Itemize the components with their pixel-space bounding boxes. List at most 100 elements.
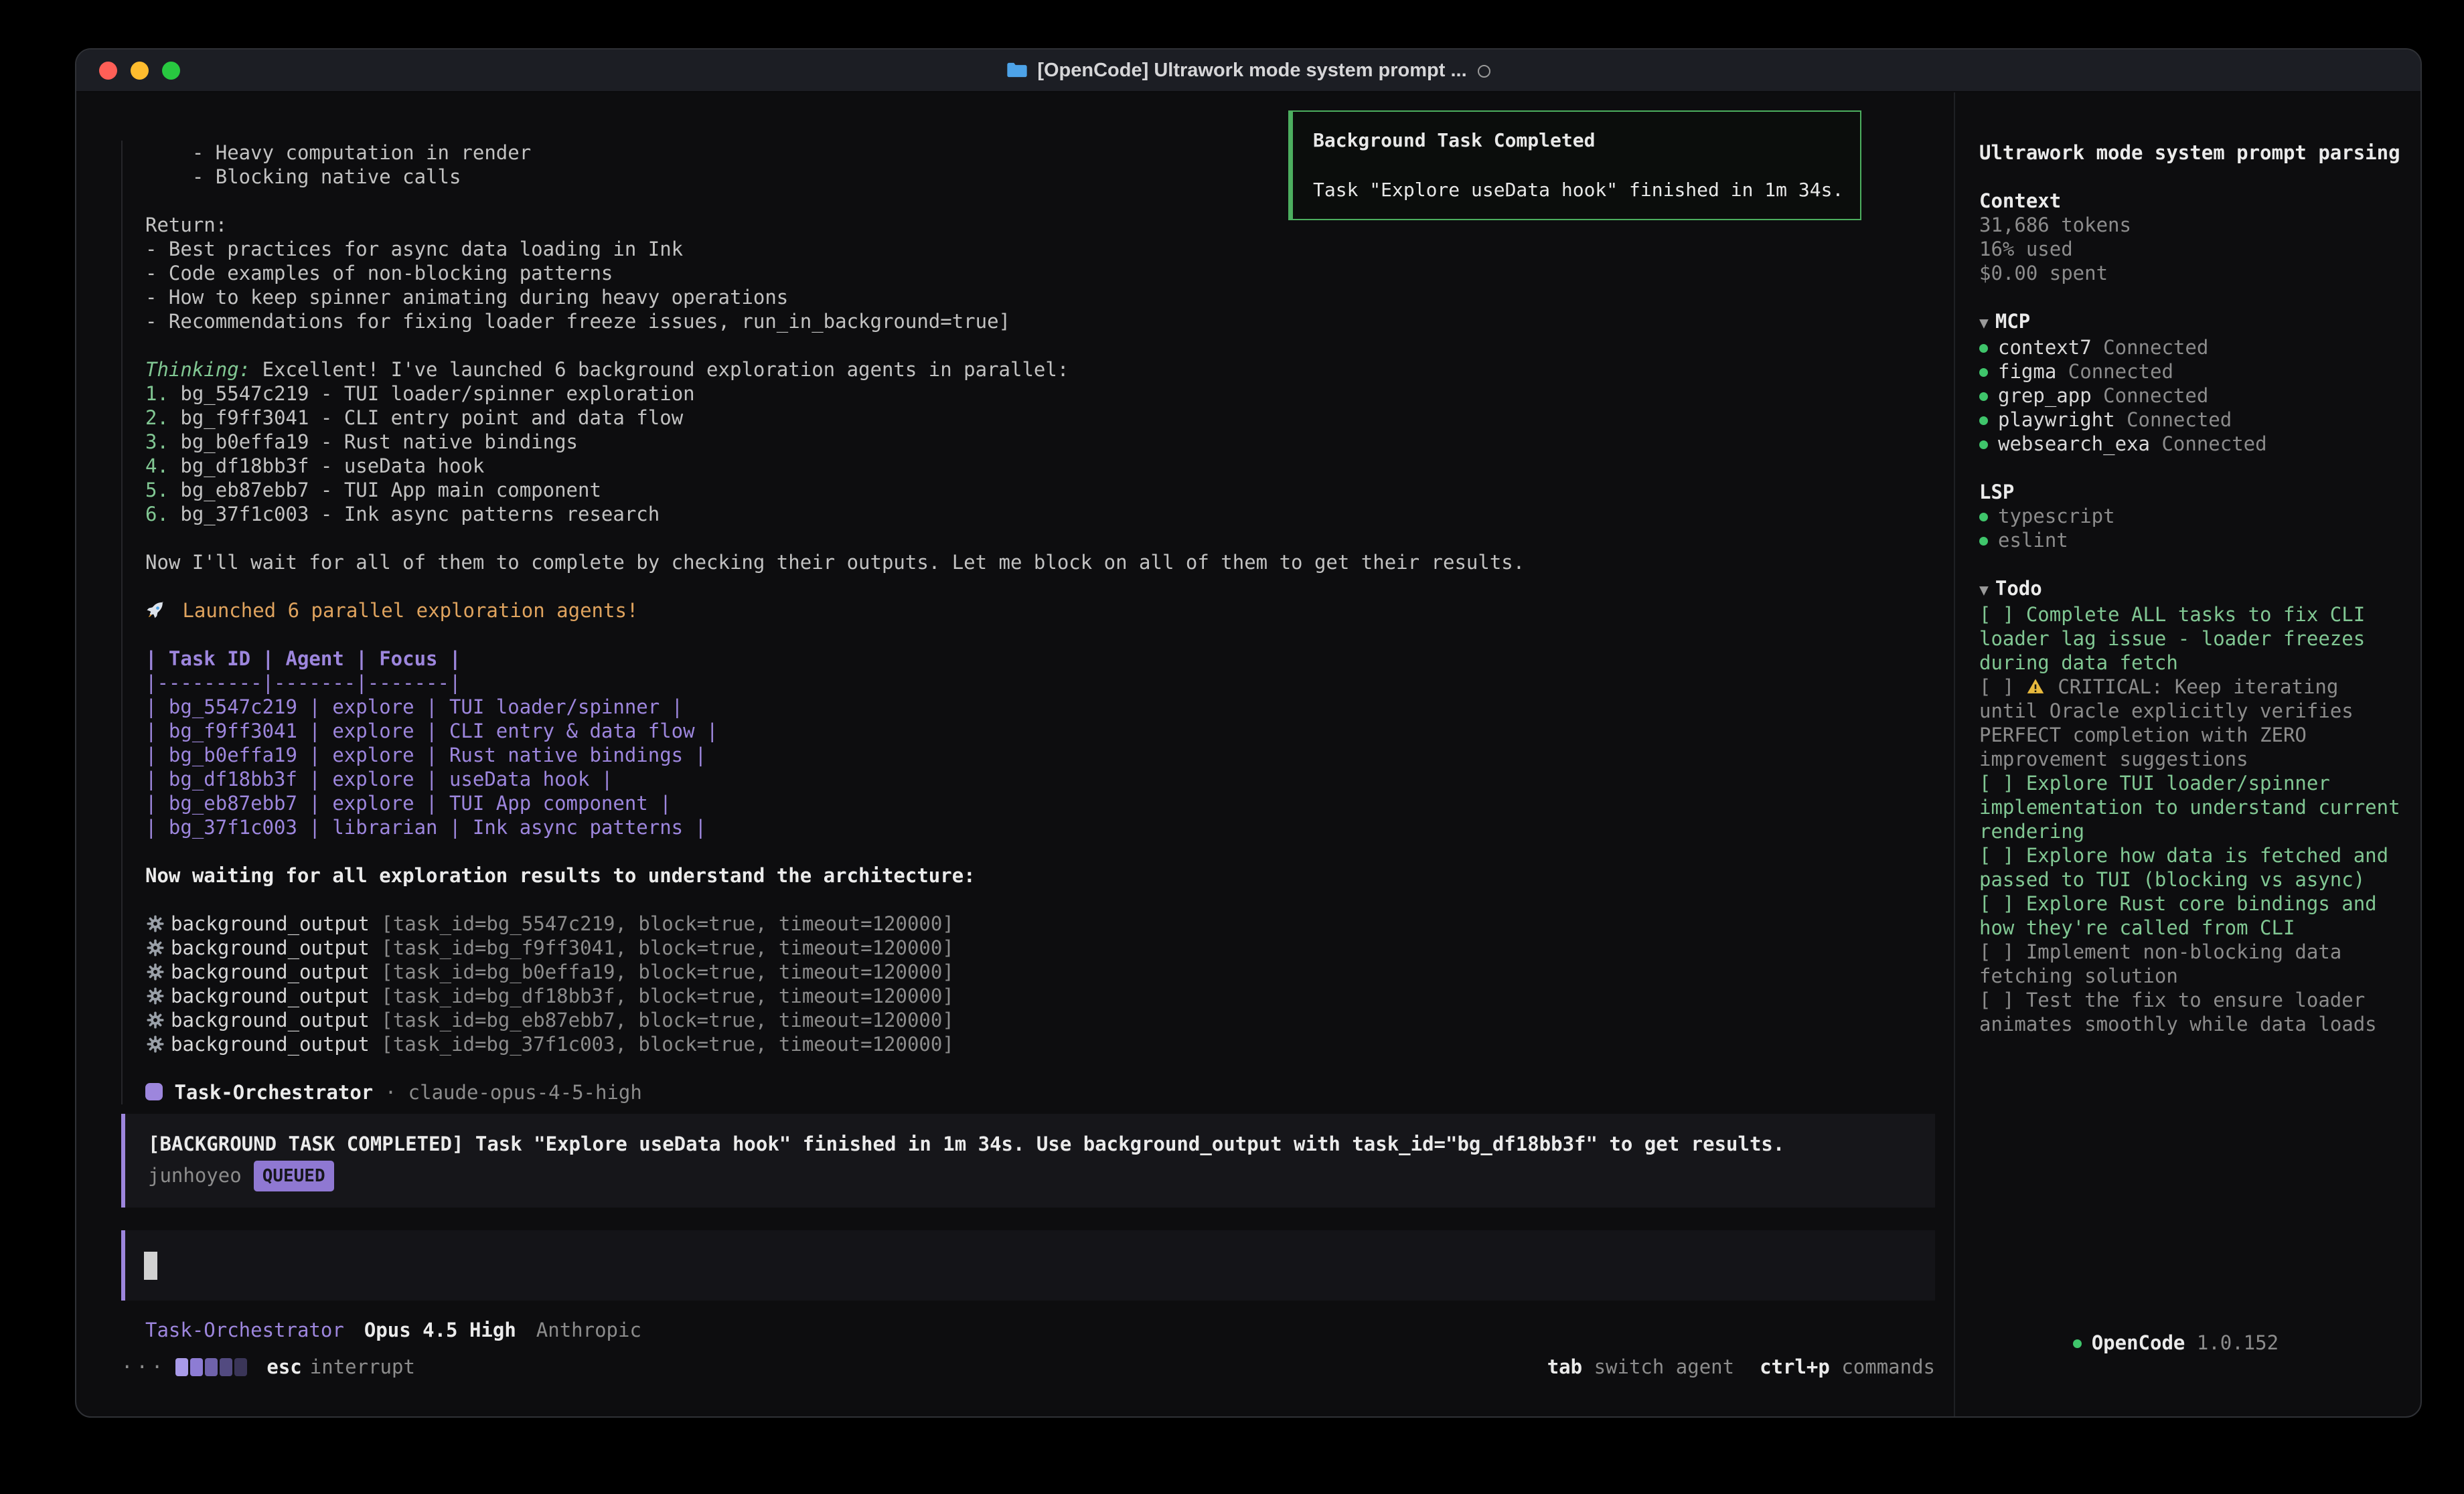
agent-name: Task-Orchestrator <box>145 1319 344 1341</box>
todo-item: [ ] Explore TUI loader/spinner implement… <box>1979 771 2403 843</box>
mcp-item: playwright Connected <box>1979 408 2403 432</box>
todo-heading[interactable]: ▼Todo <box>1979 576 2403 602</box>
todo-section: ▼Todo [ ] Complete ALL tasks to fix CLI … <box>1979 576 2403 1036</box>
terminal-line: | Task ID | Agent | Focus | <box>145 647 1954 671</box>
hint-tab: tab switch agent <box>1547 1355 1734 1378</box>
sidebar-footer: OpenCode 1.0.152 <box>1979 1307 2279 1379</box>
todo-item: [ ] Implement non-blocking data fetching… <box>1979 940 2403 988</box>
mcp-section: ▼MCP context7 Connectedfigma Connectedgr… <box>1979 309 2403 456</box>
connected-dot-icon <box>1979 513 1988 521</box>
hint-key: tab <box>1547 1355 1582 1378</box>
terminal-line <box>145 1056 1954 1080</box>
notification-body: Task "Explore useData hook" finished in … <box>1313 177 1840 203</box>
terminal-line: background_output [task_id=bg_37f1c003, … <box>145 1032 1954 1056</box>
prompt-input[interactable] <box>121 1230 1935 1301</box>
proxy-circle-icon <box>1478 65 1490 78</box>
agent-model: Opus 4.5 High <box>364 1319 516 1341</box>
gear-icon <box>145 1009 171 1031</box>
mcp-item: websearch_exa Connected <box>1979 432 2403 456</box>
terminal-line: background_output [task_id=bg_5547c219, … <box>145 912 1954 936</box>
mcp-server-name: websearch_exa <box>1998 432 2150 455</box>
window-title: [OpenCode] Ultrawork mode system prompt … <box>76 60 2420 82</box>
terminal-line: | bg_5547c219 | explore | TUI loader/spi… <box>145 695 1954 719</box>
terminal-line: background_output [task_id=bg_f9ff3041, … <box>145 936 1954 960</box>
todo-checkbox: [ ] <box>1979 892 2026 915</box>
terminal-line: Task-Orchestrator · claude-opus-4-5-high <box>145 1080 1954 1104</box>
mcp-server-name: context7 <box>1998 336 2092 359</box>
progress-block <box>220 1358 232 1376</box>
todo-item: [ ] Test the fix to ensure loader animat… <box>1979 988 2403 1036</box>
terminal-line: 6. bg_37f1c003 - Ink async patterns rese… <box>145 502 1954 526</box>
terminal-line: 1. bg_5547c219 - TUI loader/spinner expl… <box>145 382 1954 406</box>
text-cursor <box>144 1252 157 1280</box>
terminal-line <box>145 622 1954 647</box>
window-titlebar[interactable]: [OpenCode] Ultrawork mode system prompt … <box>76 50 2420 92</box>
close-button[interactable] <box>99 62 117 80</box>
connected-dot-icon <box>1979 368 1988 377</box>
context-line: 16% used <box>1979 237 2403 261</box>
terminal-line: | bg_f9ff3041 | explore | CLI entry & da… <box>145 719 1954 743</box>
gear-icon <box>145 985 171 1007</box>
mcp-server-status: Connected <box>2056 360 2173 383</box>
lsp-section: LSP typescripteslint <box>1979 480 2403 552</box>
chevron-down-icon: ▼ <box>1979 582 1989 599</box>
keyboard-hints: tab switch agentctrl+p commands <box>1522 1355 1935 1379</box>
lsp-list: typescripteslint <box>1979 504 2403 552</box>
context-line: 31,686 tokens <box>1979 213 2403 237</box>
terminal-line: background_output [task_id=bg_b0effa19, … <box>145 960 1954 984</box>
mcp-item: figma Connected <box>1979 359 2403 384</box>
status-bar: ···escinterrupt tab switch agentctrl+p c… <box>121 1355 1935 1379</box>
hint-label: commands <box>1830 1355 1935 1378</box>
sidebar-title: Ultrawork mode system prompt parsing <box>1979 141 2403 165</box>
agent-bar: Task-OrchestratorOpus 4.5 HighAnthropic <box>145 1318 1954 1342</box>
terminal-line: Thinking: Excellent! I've launched 6 bac… <box>145 357 1954 382</box>
mcp-list: context7 Connectedfigma Connectedgrep_ap… <box>1979 335 2403 456</box>
square-icon <box>145 1081 163 1104</box>
minimize-button[interactable] <box>131 62 149 80</box>
terminal-line: background_output [task_id=bg_eb87ebb7, … <box>145 1008 1954 1032</box>
connected-dot-icon <box>1979 416 1988 425</box>
interrupt-label: interrupt <box>310 1355 415 1378</box>
mcp-heading[interactable]: ▼MCP <box>1979 309 2403 335</box>
progress-block <box>190 1358 203 1376</box>
message-block: - Heavy computation in render - Blocking… <box>121 141 1954 1104</box>
mcp-server-status: Connected <box>2150 432 2267 455</box>
progress-blocks <box>175 1355 249 1378</box>
task-completed-message: [BACKGROUND TASK COMPLETED] Task "Explor… <box>148 1130 1912 1158</box>
mcp-server-name: figma <box>1998 360 2056 383</box>
mcp-server-status: Connected <box>2092 384 2209 407</box>
terminal-line: background_output [task_id=bg_df18bb3f, … <box>145 984 1954 1008</box>
mcp-item: grep_app Connected <box>1979 384 2403 408</box>
connected-dot-icon <box>1979 392 1988 401</box>
mcp-server-name: playwright <box>1998 408 2115 431</box>
todo-checkbox: [ ] <box>1979 844 2026 867</box>
terminal-line: 5. bg_eb87ebb7 - TUI App main component <box>145 478 1954 502</box>
lsp-item: typescript <box>1979 504 2403 528</box>
terminal-line: - Code examples of non-blocking patterns <box>145 261 1954 285</box>
task-completed-panel: [BACKGROUND TASK COMPLETED] Task "Explor… <box>121 1114 1935 1208</box>
spinner-dots: ··· <box>121 1355 166 1378</box>
lsp-server-name: typescript <box>1998 505 2115 527</box>
lsp-item: eslint <box>1979 528 2403 552</box>
lsp-heading: LSP <box>1979 480 2403 504</box>
gear-icon <box>145 912 171 935</box>
rocket-icon <box>145 599 171 622</box>
app-version: 1.0.152 <box>2185 1331 2279 1354</box>
context-line: $0.00 spent <box>1979 261 2403 285</box>
terminal-line: | bg_df18bb3f | explore | useData hook | <box>145 767 1954 791</box>
terminal-line: | bg_eb87ebb7 | explore | TUI App compon… <box>145 791 1954 815</box>
terminal-line: Now waiting for all exploration results … <box>145 863 1954 888</box>
todo-checkbox: [ ] <box>1979 989 2026 1011</box>
context-heading: Context <box>1979 189 2403 213</box>
zoom-button[interactable] <box>162 62 180 80</box>
progress-block <box>234 1358 247 1376</box>
mcp-heading-label: MCP <box>1995 310 2030 333</box>
terminal-main-area[interactable]: - Heavy computation in render - Blocking… <box>76 92 1954 1418</box>
todo-checkbox: [ ] <box>1979 940 2026 963</box>
terminal-line: Now I'll wait for all of them to complet… <box>145 550 1954 574</box>
todo-checkbox: [ ] <box>1979 603 2026 626</box>
terminal-line: 4. bg_df18bb3f - useData hook <box>145 454 1954 478</box>
terminal-line: 2. bg_f9ff3041 - CLI entry point and dat… <box>145 406 1954 430</box>
gear-icon <box>145 1033 171 1056</box>
mcp-server-status: Connected <box>2092 336 2209 359</box>
